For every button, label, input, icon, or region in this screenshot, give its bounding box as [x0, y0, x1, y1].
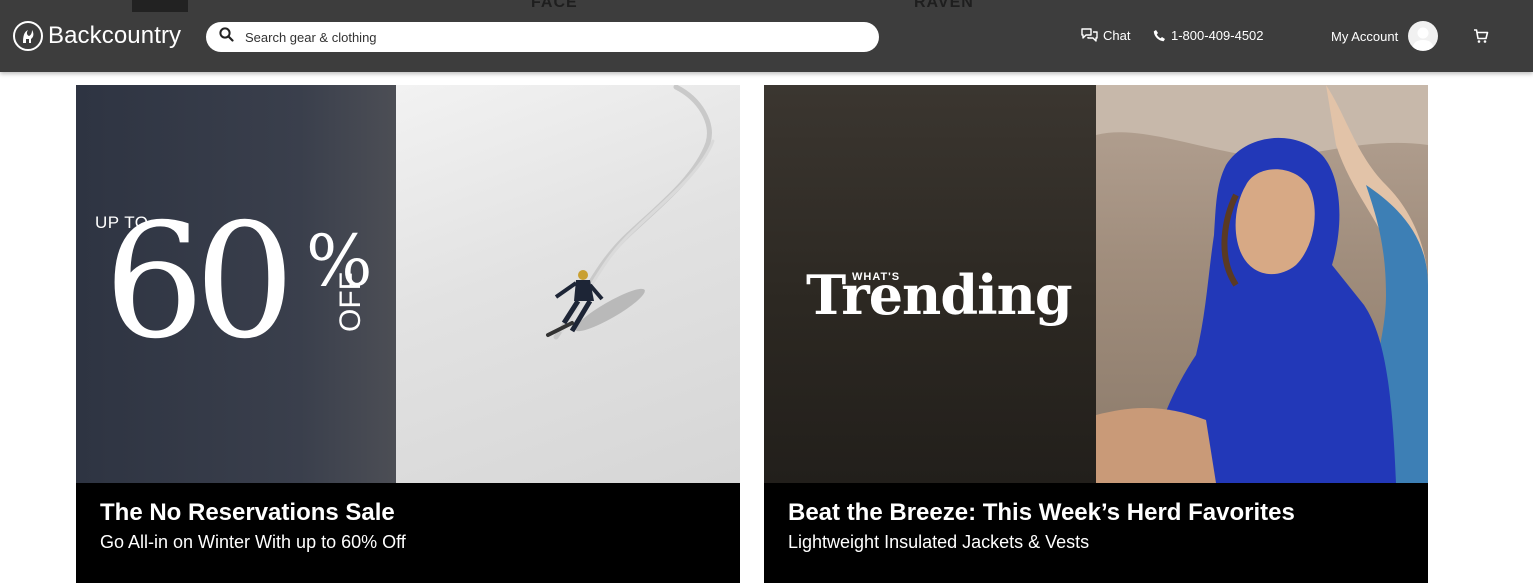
chat-link[interactable]: Chat [1081, 28, 1130, 43]
goat-logo-icon [13, 21, 43, 51]
chat-label: Chat [1103, 28, 1131, 43]
brand-logo: RAVEN [914, 0, 974, 11]
search-input[interactable] [245, 29, 845, 45]
backcountry-logo[interactable]: Backcountry [13, 20, 181, 52]
snowboarder-photo [396, 85, 740, 483]
cart-icon [1474, 29, 1489, 43]
brand-logo: FACE [531, 0, 578, 11]
site-header: FACE RAVEN Backcountry Chat 1-800-4 [0, 0, 1533, 72]
promo-title[interactable]: Beat the Breeze: This Week’s Herd Favori… [788, 499, 1404, 527]
search-icon[interactable] [219, 27, 234, 47]
phone-number: 1-800-409-4502 [1171, 28, 1264, 43]
phone-link[interactable]: 1-800-409-4502 [1153, 28, 1264, 43]
promo-title[interactable]: The No Reservations Sale [100, 499, 716, 527]
promo-subtitle: Lightweight Insulated Jackets & Vests [788, 532, 1090, 552]
my-account-link[interactable]: My Account [1331, 21, 1439, 51]
promo-caption[interactable]: Beat the Breeze: This Week’s Herd Favori… [764, 483, 1428, 583]
hikers-photo [1096, 85, 1428, 483]
promo-off: OFF [334, 272, 367, 332]
promo-card-sale[interactable]: UP TO 60 % OFF The No Reservations Sale … [76, 85, 740, 583]
chat-bubbles-icon [1081, 28, 1098, 42]
phone-icon [1153, 30, 1165, 42]
brand-name: Backcountry [48, 22, 182, 49]
my-account-label: My Account [1331, 28, 1399, 44]
cart-button[interactable] [1473, 28, 1494, 44]
brand-logo [132, 0, 188, 12]
promo-subtitle: Go All-in on Winter With up to 60% Off [100, 532, 406, 552]
search-bar[interactable] [206, 22, 879, 52]
promo-image-trending[interactable]: WHAT'S Trending [764, 85, 1428, 483]
avatar-icon[interactable] [1408, 21, 1439, 51]
promo-image-sale[interactable]: UP TO 60 % OFF [76, 85, 740, 483]
brand-logo-strip: FACE RAVEN [0, 0, 1533, 12]
promo-amount: 60 [104, 190, 295, 374]
promo-card-trending[interactable]: WHAT'S Trending Beat the Breeze: This We… [764, 85, 1428, 583]
promo-caption[interactable]: The No Reservations Sale Go All-in on Wi… [76, 483, 740, 583]
promo-headline: Trending [806, 263, 1073, 327]
